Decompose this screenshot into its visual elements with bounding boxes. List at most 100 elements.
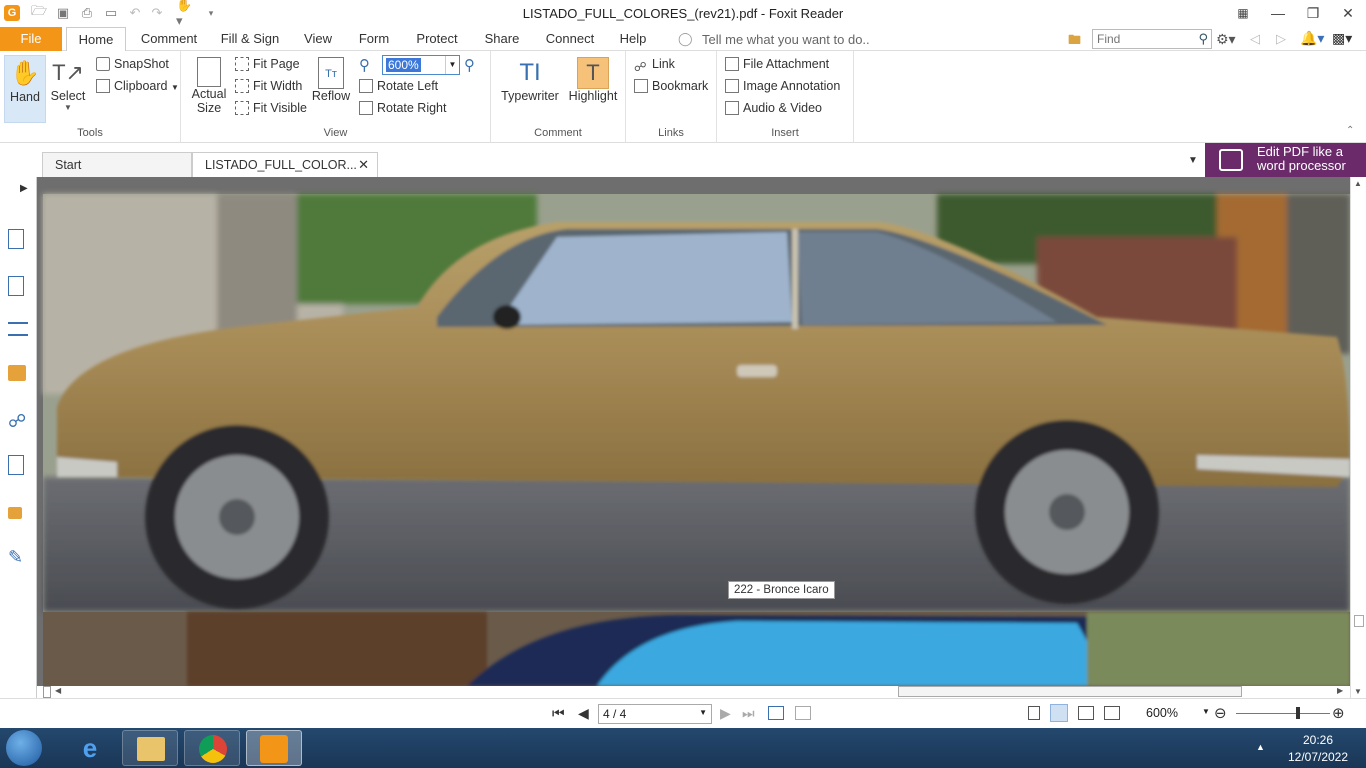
find-box[interactable]: ⚲: [1092, 29, 1212, 49]
previous-page-icon[interactable]: ◀: [578, 705, 589, 722]
image-annotation-button[interactable]: Image Annotation: [725, 79, 840, 93]
close-button[interactable]: ✕: [1331, 0, 1365, 26]
vertical-scrollbar[interactable]: ▲ ▼: [1350, 177, 1366, 698]
collapse-ribbon-icon[interactable]: ⌃: [1346, 125, 1354, 136]
zoom-slider-track[interactable]: [1236, 713, 1330, 714]
zoom-in-button[interactable]: ⊕: [1332, 704, 1345, 722]
reflow-button[interactable]: Tт Reflow: [309, 55, 353, 115]
find-input[interactable]: [1093, 30, 1189, 48]
content-tools-icon[interactable]: ✎: [8, 547, 28, 567]
horizontal-scroll-thumb[interactable]: [898, 686, 1242, 697]
tab-view[interactable]: View: [298, 27, 338, 51]
zoom-combobox[interactable]: 600% ▼: [382, 55, 460, 75]
chevron-down-icon[interactable]: ▼: [699, 708, 707, 717]
last-page-icon[interactable]: ⏭: [742, 705, 755, 722]
typewriter-button[interactable]: TI Typewriter: [499, 55, 561, 115]
rotate-right-button[interactable]: Rotate Right: [359, 101, 446, 115]
back-arrow-icon[interactable]: ◁: [1250, 31, 1260, 47]
clipboard-button[interactable]: Clipboard ▼: [96, 79, 179, 93]
internet-explorer-icon[interactable]: e: [62, 730, 118, 766]
snapshot-button[interactable]: SnapShot: [96, 57, 169, 71]
first-page-icon[interactable]: ⏮: [552, 705, 565, 722]
scroll-down-icon[interactable]: ▼: [1354, 687, 1362, 696]
continuous-facing-icon[interactable]: [1104, 706, 1120, 720]
link-button[interactable]: ☍ Link: [634, 57, 675, 74]
tab-list-dropdown-icon[interactable]: ▼: [1188, 155, 1198, 166]
zoom-slider-thumb[interactable]: [1296, 707, 1300, 719]
settings-gear-icon[interactable]: ⚙▾: [1216, 31, 1236, 48]
start-button[interactable]: [6, 730, 42, 766]
zoom-out-icon[interactable]: ⚲: [359, 56, 370, 74]
tab-connect[interactable]: Connect: [540, 27, 600, 51]
vertical-scroll-thumb[interactable]: [1354, 615, 1364, 627]
tab-form[interactable]: Form: [354, 27, 394, 51]
file-explorer-icon[interactable]: [122, 730, 178, 766]
page-number-value[interactable]: 4 / 4: [603, 707, 626, 721]
single-page-icon[interactable]: [1028, 706, 1040, 720]
scroll-left-icon[interactable]: ◀: [55, 686, 61, 695]
notification-bell-icon[interactable]: 🔔▾: [1300, 30, 1324, 47]
bookmarks-panel-icon[interactable]: [8, 229, 24, 249]
pages-panel-icon[interactable]: [8, 276, 24, 296]
tab-share[interactable]: Share: [480, 27, 524, 51]
bookmark-button[interactable]: Bookmark: [634, 79, 708, 93]
chevron-down-icon[interactable]: ▼: [445, 56, 459, 74]
zoom-out-button[interactable]: ⊖: [1214, 704, 1227, 722]
layers-panel-icon[interactable]: [8, 322, 28, 336]
clock-time[interactable]: 20:26: [1278, 733, 1358, 747]
ribbon-display-icon[interactable]: ▦: [1226, 0, 1260, 26]
tab-protect[interactable]: Protect: [410, 27, 464, 51]
zoom-in-icon[interactable]: ⚲: [464, 56, 475, 74]
attachments-paperclip-icon[interactable]: ☍: [8, 411, 28, 431]
comments-panel-icon[interactable]: [8, 365, 26, 381]
fit-page-button[interactable]: Fit Page: [235, 57, 300, 71]
next-page-icon[interactable]: ▶: [720, 705, 731, 722]
audio-video-button[interactable]: Audio & Video: [725, 101, 822, 115]
hand-button[interactable]: ✋ Hand: [4, 55, 46, 123]
highlight-button[interactable]: T Highlight: [565, 55, 621, 115]
zoom-dropdown-icon[interactable]: ▼: [1202, 707, 1210, 716]
chrome-icon[interactable]: [184, 730, 240, 766]
zoom-level-text[interactable]: 600%: [1146, 706, 1178, 720]
horizontal-scrollbar[interactable]: ◀ ▶: [43, 686, 1350, 698]
previous-view-icon[interactable]: [768, 706, 784, 720]
image-tooltip: 222 - Bronce Icaro: [728, 581, 835, 599]
scroll-right-icon[interactable]: ▶: [1337, 686, 1343, 695]
user-account-icon[interactable]: ▩▾: [1332, 30, 1352, 47]
security-lock-icon[interactable]: [8, 507, 22, 519]
split-handle[interactable]: [43, 686, 51, 698]
signatures-panel-icon[interactable]: [8, 455, 24, 475]
expand-panel-icon[interactable]: ▶: [20, 183, 28, 194]
minimize-button[interactable]: —: [1261, 0, 1295, 26]
page-number-box[interactable]: 4 / 4 ▼: [598, 704, 712, 724]
tab-fill-sign[interactable]: Fill & Sign: [216, 27, 284, 51]
tell-me-input[interactable]: Tell me what you want to do..: [702, 32, 870, 47]
next-view-icon[interactable]: [795, 706, 811, 720]
tab-help[interactable]: Help: [616, 27, 650, 51]
document-viewer[interactable]: 222 - Bronce Icaro: [37, 177, 1350, 686]
tab-start[interactable]: Start: [42, 152, 192, 177]
fit-width-button[interactable]: Fit Width: [235, 79, 302, 93]
edit-pdf-promo[interactable]: Edit PDF like a word processor: [1205, 143, 1366, 177]
zoom-value[interactable]: 600%: [386, 58, 421, 72]
find-folder-icon[interactable]: 🖿: [1068, 31, 1086, 47]
tab-current-document[interactable]: LISTADO_FULL_COLOR... ✕: [192, 152, 378, 177]
file-attachment-button[interactable]: File Attachment: [725, 57, 829, 71]
tab-home[interactable]: Home: [66, 27, 126, 52]
actual-size-button[interactable]: Actual Size: [189, 55, 229, 125]
close-tab-icon[interactable]: ✕: [358, 153, 369, 177]
show-hidden-icons[interactable]: ▲: [1256, 742, 1265, 752]
tab-comment[interactable]: Comment: [136, 27, 202, 51]
foxit-reader-taskbar-icon[interactable]: [246, 730, 302, 766]
clock-date[interactable]: 12/07/2022: [1278, 750, 1358, 764]
fit-visible-button[interactable]: Fit Visible: [235, 101, 307, 115]
scroll-up-icon[interactable]: ▲: [1354, 179, 1362, 188]
tab-file[interactable]: File: [0, 27, 62, 51]
maximize-button[interactable]: ❐: [1296, 0, 1330, 26]
search-icon[interactable]: ⚲: [1198, 31, 1208, 47]
continuous-page-icon[interactable]: [1050, 704, 1068, 722]
rotate-left-button[interactable]: Rotate Left: [359, 79, 438, 93]
select-button[interactable]: T↗ Select ▼: [48, 55, 88, 123]
forward-arrow-icon[interactable]: ▷: [1276, 31, 1286, 47]
facing-page-icon[interactable]: [1078, 706, 1094, 720]
